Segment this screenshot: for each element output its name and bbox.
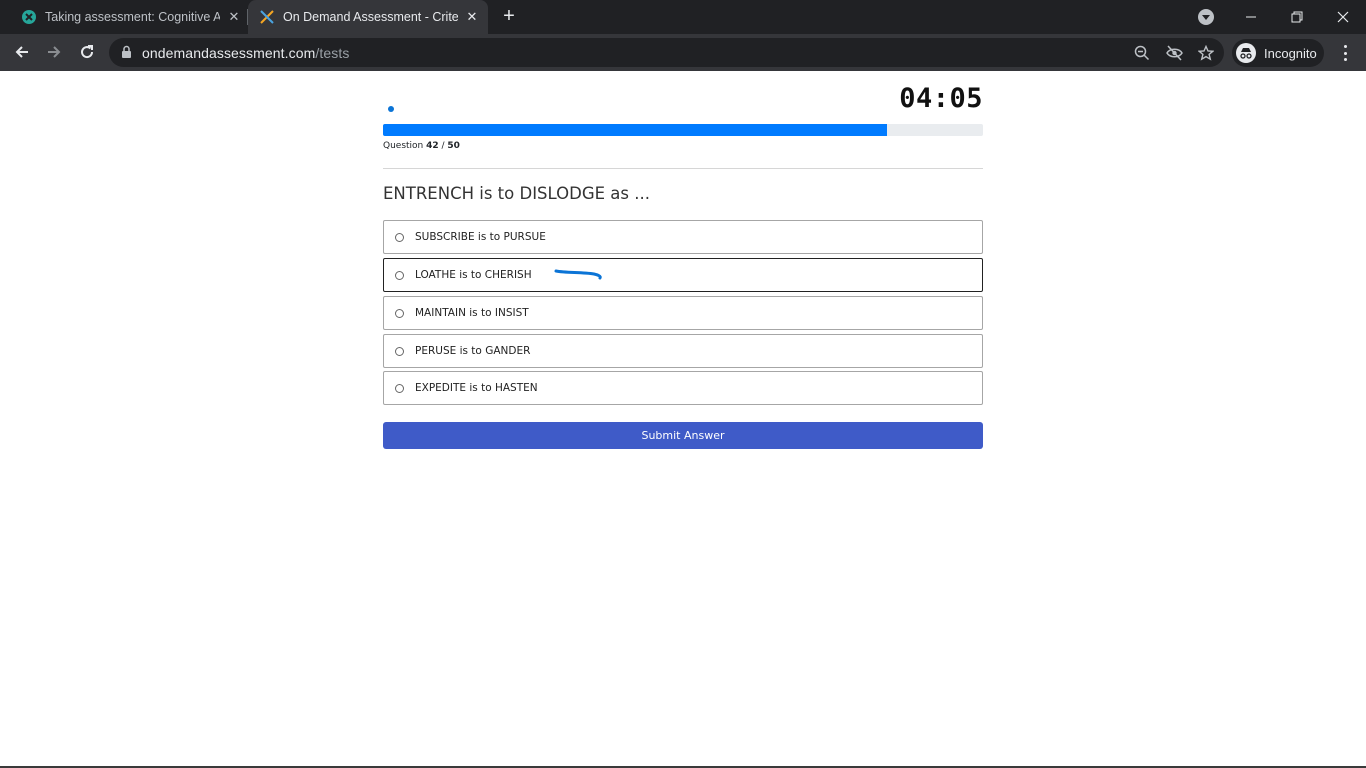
progress-bar: [383, 124, 983, 136]
question-text: ENTRENCH is to DISLODGE as ...: [383, 184, 650, 203]
tab-strip: Taking assessment: Cognitive Apt ✕ On De…: [0, 0, 1366, 34]
question-total: 50: [447, 141, 460, 151]
incognito-icon: [1236, 43, 1256, 63]
answer-option-label: LOATHE is to CHERISH: [415, 269, 532, 281]
new-tab-plus-icon[interactable]: +: [498, 6, 520, 28]
tab-on-demand-assessment[interactable]: On Demand Assessment - Criteria ✕: [248, 0, 488, 34]
answer-option-2[interactable]: LOATHE is to CHERISH: [383, 258, 983, 292]
answer-option-1[interactable]: SUBSCRIBE is to PURSUE: [383, 220, 983, 254]
answer-option-label: MAINTAIN is to INSIST: [415, 307, 529, 319]
tab-taking-assessment[interactable]: Taking assessment: Cognitive Apt ✕: [8, 0, 248, 34]
bookmark-star-icon[interactable]: [1197, 44, 1215, 62]
url-text: ondemandassessment.com/tests: [142, 45, 349, 61]
close-window-icon[interactable]: [1320, 0, 1366, 34]
answer-option-label: SUBSCRIBE is to PURSUE: [415, 231, 546, 243]
question-counter-prefix: Question: [383, 141, 427, 151]
radio-button[interactable]: [395, 346, 404, 356]
reload-icon[interactable]: [75, 40, 99, 64]
back-arrow-icon[interactable]: [10, 40, 34, 64]
minimize-icon[interactable]: [1228, 0, 1274, 34]
url-path: /tests: [315, 45, 350, 61]
progress-bar-fill: [383, 124, 887, 136]
countdown-timer: 04:05: [899, 83, 983, 114]
radio-button[interactable]: [395, 232, 404, 242]
lock-icon[interactable]: [121, 45, 132, 64]
answer-option-4[interactable]: PERUSE is to GANDER: [383, 334, 983, 368]
page-body: 04:05 Question 42 / 50 ENTRENCH is to DI…: [0, 71, 1366, 768]
pen-annotation-mark: [554, 269, 602, 280]
answer-option-label: EXPEDITE is to HASTEN: [415, 382, 538, 394]
divider: [383, 168, 983, 169]
submit-answer-button[interactable]: Submit Answer: [383, 422, 983, 449]
answer-option-3[interactable]: MAINTAIN is to INSIST: [383, 296, 983, 330]
browser-menu-icon[interactable]: [1336, 43, 1354, 63]
radio-button[interactable]: [395, 383, 404, 393]
tab-title: Taking assessment: Cognitive Apt: [45, 10, 220, 24]
question-current: 42: [426, 141, 439, 151]
close-tab-icon[interactable]: ✕: [226, 9, 242, 25]
answer-option-label: PERUSE is to GANDER: [415, 345, 531, 357]
incognito-profile-button[interactable]: Incognito: [1232, 39, 1324, 67]
address-bar[interactable]: ondemandassessment.com/tests: [109, 38, 1224, 67]
radio-button[interactable]: [395, 308, 404, 318]
url-host: ondemandassessment.com: [142, 45, 316, 61]
tab-search-chevron-icon[interactable]: [1198, 9, 1214, 25]
forward-arrow-icon[interactable]: [42, 40, 66, 64]
x-circle-favicon-icon: [21, 9, 37, 25]
close-tab-icon[interactable]: ✕: [464, 9, 480, 25]
criteria-favicon-icon: [259, 9, 275, 25]
question-counter: Question 42 / 50: [383, 141, 460, 151]
radio-button[interactable]: [395, 270, 404, 280]
status-dot: [388, 106, 394, 112]
eye-off-icon[interactable]: [1165, 44, 1183, 62]
browser-toolbar: ondemandassessment.com/tests Incognito: [0, 34, 1366, 71]
tab-title: On Demand Assessment - Criteria: [283, 10, 458, 24]
profile-label: Incognito: [1264, 45, 1317, 61]
zoom-out-icon[interactable]: [1133, 44, 1151, 62]
restore-icon[interactable]: [1274, 0, 1320, 34]
answer-option-5[interactable]: EXPEDITE is to HASTEN: [383, 371, 983, 405]
